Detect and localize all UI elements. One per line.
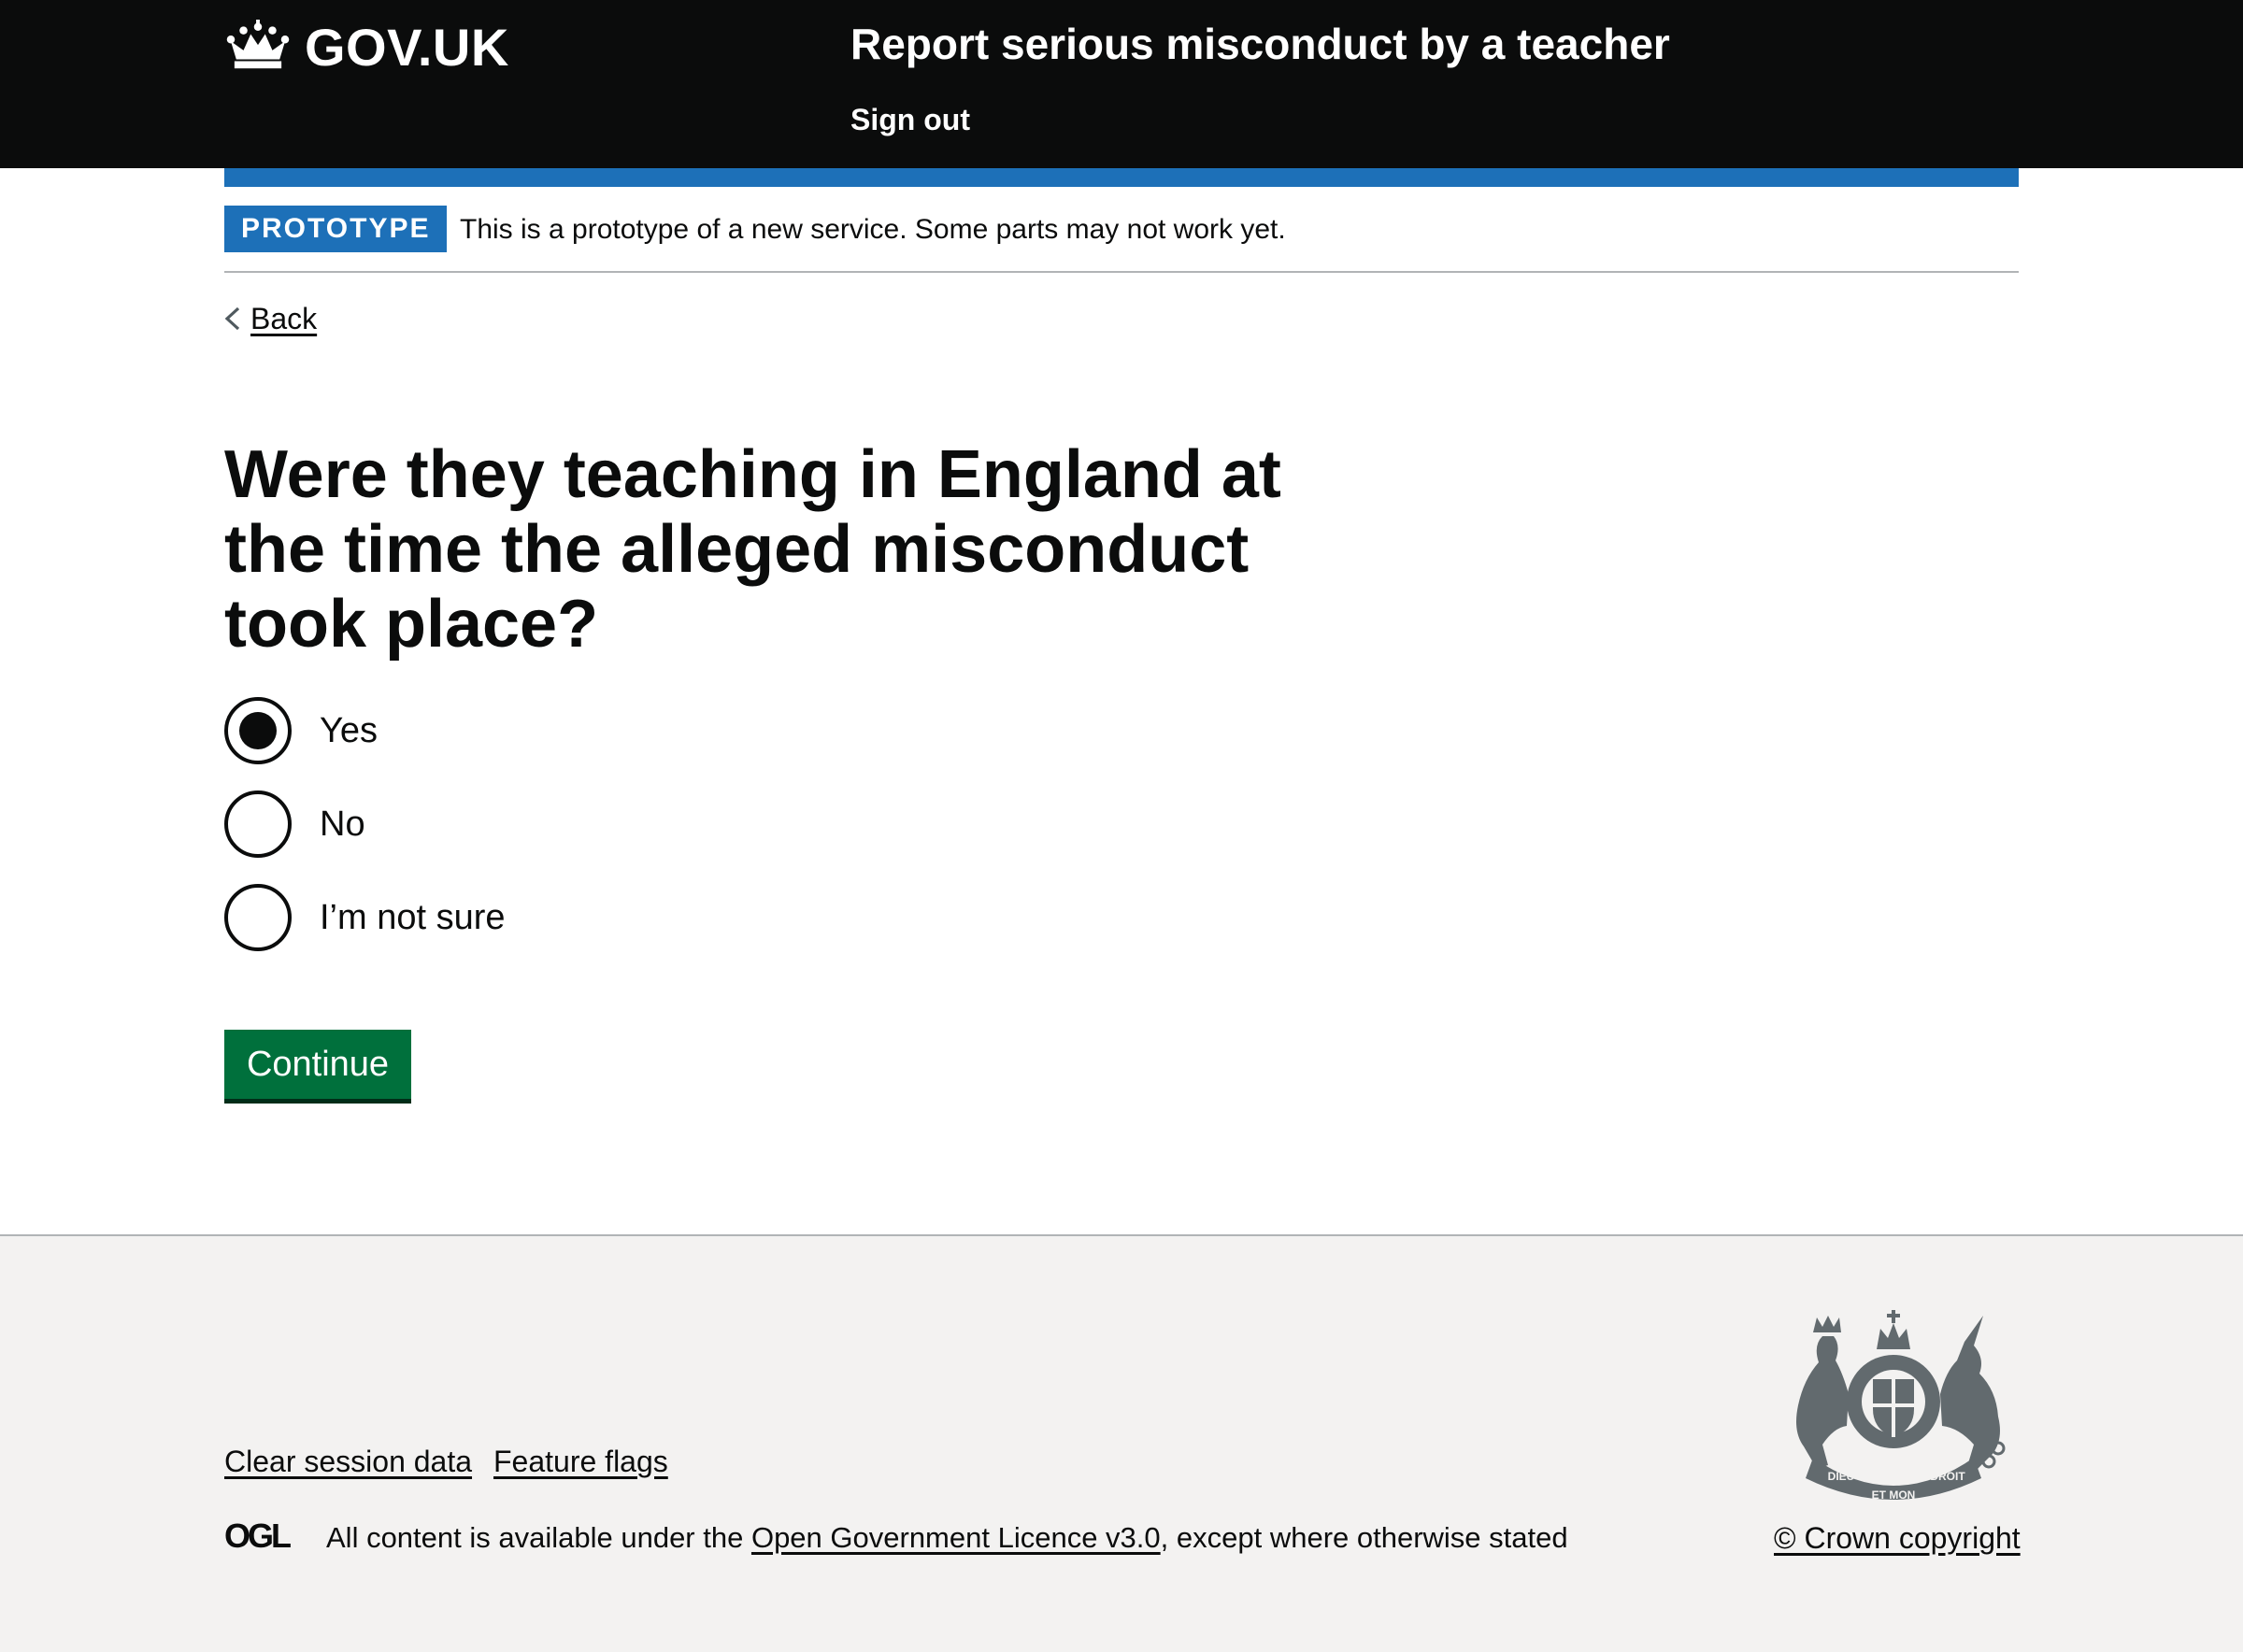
- service-name-link[interactable]: Report serious misconduct by a teacher: [850, 19, 1670, 69]
- question-heading: Were they teaching in England at the tim…: [224, 437, 1281, 662]
- licence-text: All content is available under the Open …: [326, 1521, 1568, 1555]
- licence-prefix: All content is available under the: [326, 1521, 751, 1554]
- crown-icon: [226, 20, 290, 69]
- radio-option-yes[interactable]: Yes: [224, 693, 378, 768]
- ogl-logo: OGL: [224, 1519, 293, 1551]
- header-blue-bar: [224, 168, 2019, 187]
- ogl-logo-text: OGL: [224, 1519, 291, 1551]
- radio-label[interactable]: Yes: [320, 711, 378, 751]
- licence-suffix: , except where otherwise stated: [1160, 1521, 1568, 1554]
- radio-label[interactable]: I’m not sure: [320, 898, 506, 938]
- govuk-logo-link[interactable]: GOV.UK: [224, 17, 509, 77]
- radio-option-not-sure[interactable]: I’m not sure: [224, 880, 506, 955]
- phase-banner: PROTOTYPE This is a prototype of a new s…: [224, 206, 2019, 273]
- chevron-left-icon: [224, 306, 240, 331]
- feature-flags-link[interactable]: Feature flags: [493, 1445, 668, 1479]
- radio-button[interactable]: [224, 790, 292, 858]
- govuk-logo-text: GOV.UK: [305, 17, 509, 77]
- crown-copyright-link[interactable]: © Crown copyright: [1774, 1521, 2021, 1556]
- site-header: GOV.UK Report serious misconduct by a te…: [0, 0, 2243, 168]
- radio-button[interactable]: [224, 697, 292, 764]
- sign-out-link[interactable]: Sign out: [850, 103, 970, 137]
- crest-motto-right: DROIT: [1930, 1470, 1965, 1483]
- radio-label[interactable]: No: [320, 805, 365, 845]
- royal-coat-of-arms: DIEU ET MON DROIT: [1796, 1310, 2006, 1502]
- crest-motto-left: DIEU: [1828, 1470, 1855, 1483]
- back-link[interactable]: Back: [224, 297, 317, 340]
- phase-banner-text: This is a prototype of a new service. So…: [460, 214, 1286, 245]
- crest-motto-centre: ET MON: [1872, 1488, 1916, 1502]
- open-government-licence-link[interactable]: Open Government Licence v3.0: [751, 1521, 1161, 1554]
- radio-option-no[interactable]: No: [224, 787, 365, 862]
- radio-button[interactable]: [224, 884, 292, 951]
- clear-session-data-link[interactable]: Clear session data: [224, 1445, 472, 1479]
- continue-button[interactable]: Continue: [224, 1030, 411, 1099]
- phase-tag: PROTOTYPE: [224, 206, 448, 252]
- back-link-text: Back: [250, 301, 318, 335]
